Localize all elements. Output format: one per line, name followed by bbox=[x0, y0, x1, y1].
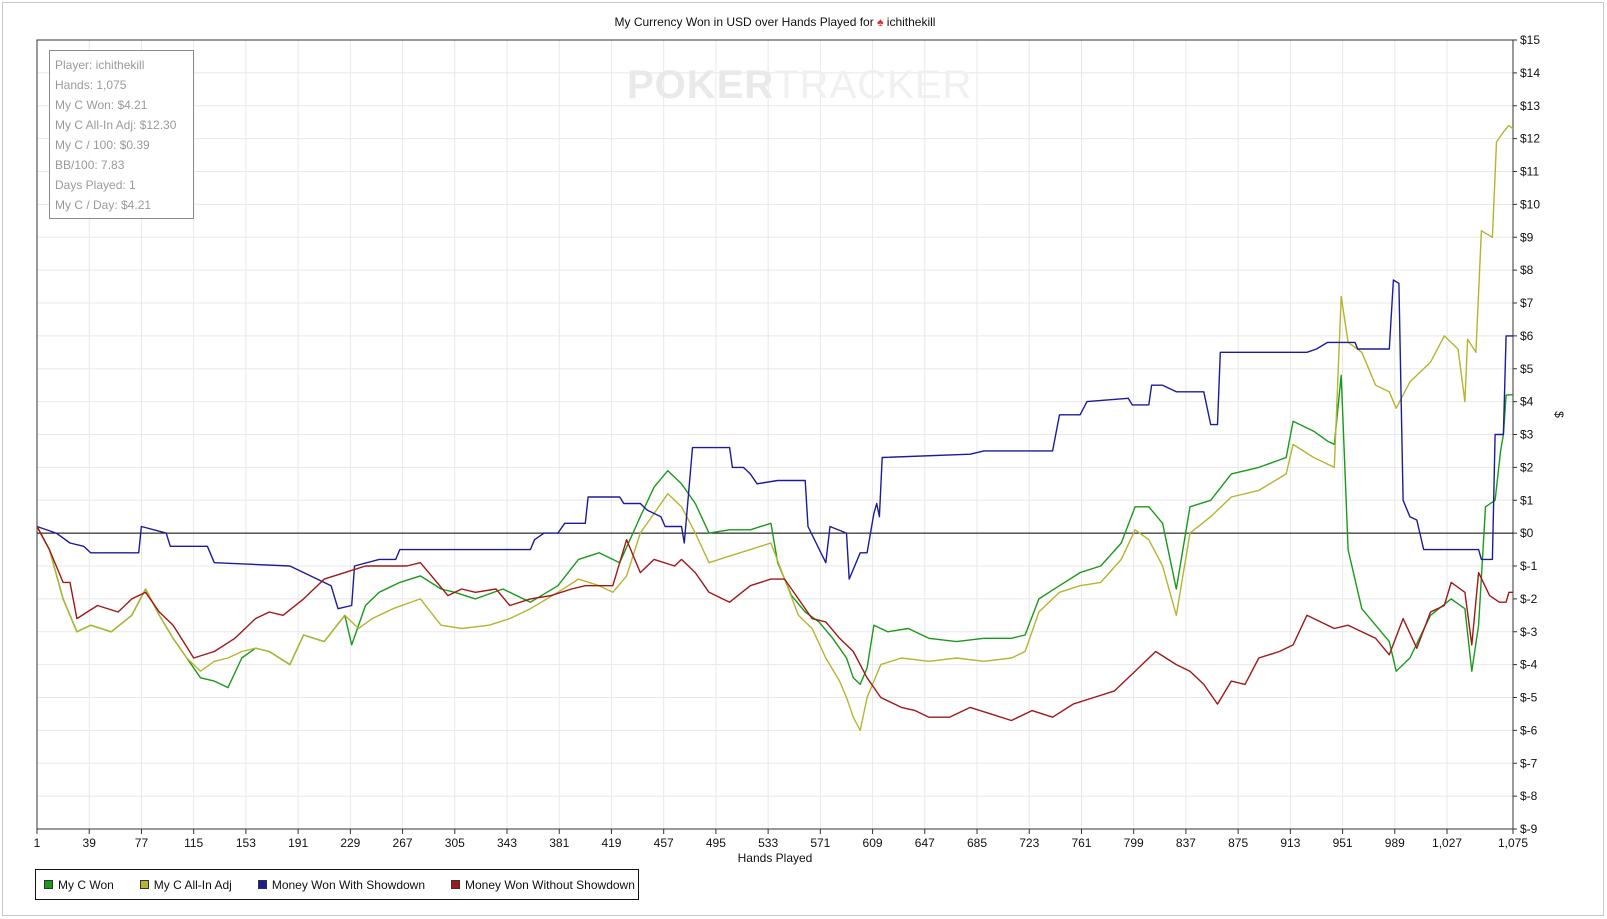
legend-label: Money Won Without Showdown bbox=[465, 877, 635, 892]
x-tick-label: 685 bbox=[967, 836, 987, 850]
line-chart: $15 $14 $13 $12 $11 $10 $9 $8 $7 $6 $5 $4 $3 $2 $1 $0 $-… bbox=[34, 15, 1566, 865]
x-tick-label: 381 bbox=[549, 836, 569, 850]
x-axis-label: Hands Played bbox=[738, 851, 813, 865]
legend-label: My C Won bbox=[58, 877, 114, 892]
stat-line: Hands: 1,075 bbox=[55, 78, 127, 92]
y-tick-label: $6 bbox=[1520, 329, 1534, 343]
y-tick-label: $-3 bbox=[1520, 625, 1538, 639]
y-tick-label: $15 bbox=[1520, 33, 1540, 47]
y-tick-label: $10 bbox=[1520, 197, 1540, 211]
x-tick-label: 343 bbox=[497, 836, 517, 850]
legend-swatch bbox=[44, 880, 53, 889]
legend-item[interactable]: My C All-In Adj bbox=[139, 877, 232, 892]
x-tick-label: 115 bbox=[184, 836, 203, 850]
legend-swatch bbox=[451, 880, 461, 889]
stat-line: Days Played: 1 bbox=[55, 178, 136, 192]
x-tick-label: 305 bbox=[445, 836, 465, 850]
x-tick-label: 457 bbox=[654, 836, 674, 850]
y-tick-label: $-6 bbox=[1520, 723, 1538, 737]
y-axis-label: $ bbox=[1552, 411, 1566, 418]
x-tick-label: 39 bbox=[83, 836, 97, 850]
chart-title-text: My Currency Won in USD over Hands Played… bbox=[615, 15, 878, 29]
x-tick-label: 799 bbox=[1124, 836, 1144, 850]
y-tick-label: $4 bbox=[1520, 395, 1534, 409]
x-tick-label: 837 bbox=[1176, 836, 1196, 850]
y-tick-label: $8 bbox=[1520, 263, 1534, 277]
x-tick-label: 1 bbox=[34, 836, 41, 850]
y-tick-label: $0 bbox=[1520, 526, 1534, 540]
x-tick-label: 913 bbox=[1280, 836, 1300, 850]
x-tick-label: 191 bbox=[288, 836, 308, 850]
stat-line: My C / 100: $0.39 bbox=[55, 138, 150, 152]
y-tick-label: $3 bbox=[1520, 428, 1534, 442]
stats-panel: Player: ichithekill Hands: 1,075 My C Won:… bbox=[49, 50, 194, 219]
y-tick-label: $11 bbox=[1520, 165, 1539, 179]
legend-label: Money Won With Showdown bbox=[271, 877, 426, 892]
x-tick-label: 1,027 bbox=[1432, 836, 1462, 850]
legend-label: My C All-In Adj bbox=[153, 877, 232, 892]
labels: $15 $14 $13 $12 $11 $10 $9 $8 $7 $6 $5 $4 $3 $2 $1 $0 $-… bbox=[34, 15, 1566, 865]
y-tick-label: $-5 bbox=[1520, 691, 1538, 705]
legend-item[interactable]: Money Won Without Showdown bbox=[451, 878, 635, 892]
x-tick-label: 571 bbox=[810, 836, 830, 850]
x-tick-label: 77 bbox=[135, 836, 149, 850]
legend-item[interactable]: Money Won With Showdown bbox=[257, 877, 426, 892]
chart-title-player: ichithekill bbox=[887, 15, 936, 29]
legend-item[interactable]: My C Won bbox=[44, 878, 114, 892]
stat-line: My C Won: $4.21 bbox=[55, 98, 148, 112]
stat-line: My C / Day: $4.21 bbox=[55, 198, 152, 212]
x-tick-label: 153 bbox=[236, 836, 256, 850]
stat-line: Player: ichithekill bbox=[55, 58, 145, 72]
y-tick-label: $2 bbox=[1520, 460, 1534, 474]
stat-line: My C All-In Adj: $12.30 bbox=[55, 118, 177, 132]
y-tick-label: $5 bbox=[1520, 362, 1534, 376]
x-tick-label: 533 bbox=[758, 836, 778, 850]
x-tick-label: 267 bbox=[393, 836, 413, 850]
x-tick-label: 875 bbox=[1228, 836, 1248, 850]
x-tick-label: 989 bbox=[1385, 836, 1405, 850]
grid bbox=[36, 39, 1514, 830]
series-line-my-c-won bbox=[36, 374, 1514, 689]
y-tick-label: $-1 bbox=[1520, 559, 1538, 573]
watermark-light: TRACKER bbox=[774, 62, 973, 107]
y-tick-label: $14 bbox=[1520, 66, 1540, 80]
y-tick-label: $-9 bbox=[1520, 822, 1538, 836]
y-tick-label: $-2 bbox=[1520, 592, 1538, 606]
x-tick-label: 609 bbox=[863, 836, 883, 850]
legend-swatch bbox=[257, 880, 267, 889]
x-tick-label: 495 bbox=[706, 836, 726, 850]
y-tick-label: $-7 bbox=[1520, 756, 1538, 770]
y-tick-label: $7 bbox=[1520, 296, 1534, 310]
series-line-money-won-with-showdown bbox=[36, 279, 1513, 610]
chart-title: My Currency Won in USD over Hands Played… bbox=[615, 15, 936, 29]
y-tick-label: $9 bbox=[1520, 230, 1534, 244]
legend-swatch bbox=[139, 880, 149, 889]
x-tick-label: 647 bbox=[915, 836, 935, 850]
x-tick-label: 229 bbox=[340, 836, 360, 850]
watermark-bold: POKER bbox=[627, 62, 775, 107]
series-group bbox=[36, 124, 1514, 732]
x-tick-label: 1,075 bbox=[1498, 836, 1528, 850]
stat-line: BB/100: 7.83 bbox=[55, 158, 125, 172]
x-tick-label: 723 bbox=[1019, 836, 1039, 850]
y-tick-label: $1 bbox=[1520, 493, 1534, 507]
x-tick-label: 951 bbox=[1333, 836, 1353, 850]
legend: My C Won My C All-In Adj Money Won With Sh… bbox=[35, 869, 639, 900]
spade-icon: ♠ bbox=[877, 15, 887, 29]
y-tick-label: $13 bbox=[1520, 99, 1540, 113]
y-tick-label: $-4 bbox=[1520, 658, 1538, 672]
x-tick-label: 761 bbox=[1071, 836, 1091, 850]
x-tick-label: 419 bbox=[601, 836, 621, 850]
axes bbox=[36, 39, 1517, 834]
y-tick-label: $12 bbox=[1520, 132, 1540, 146]
y-tick-label: $-8 bbox=[1520, 789, 1538, 803]
pokertracker-watermark: POKER TRACKER bbox=[627, 60, 971, 110]
